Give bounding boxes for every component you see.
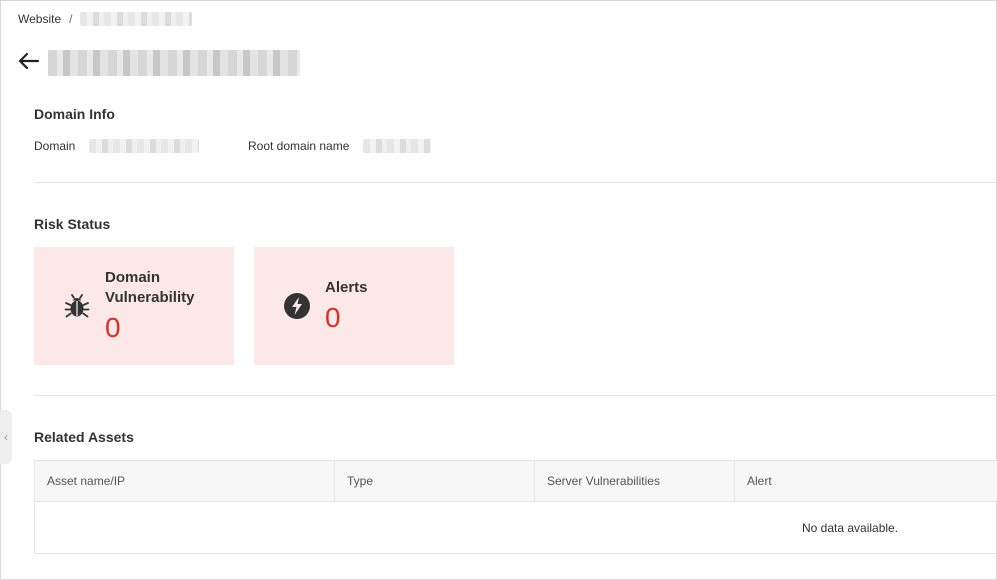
column-header-server-vulnerabilities: Server Vulnerabilities: [535, 461, 735, 501]
page-title-redacted: [48, 50, 300, 76]
section-divider: [34, 395, 997, 396]
domain-info-title: Domain Info: [34, 106, 115, 122]
section-divider: [34, 182, 997, 183]
breadcrumb-current-redacted: [80, 12, 193, 26]
root-domain-label: Root domain name: [248, 139, 350, 153]
column-header-asset: Asset name/IP: [35, 461, 335, 501]
alerts-label: Alerts: [325, 279, 368, 296]
breadcrumb-separator: /: [69, 12, 73, 26]
sidebar-collapse-toggle[interactable]: ‹: [0, 410, 12, 464]
empty-state-text: No data available.: [802, 521, 899, 535]
related-assets-title: Related Assets: [34, 429, 134, 445]
domain-vulnerability-count[interactable]: 0: [105, 314, 121, 342]
root-domain-value-redacted: [363, 139, 432, 153]
column-header-type: Type: [335, 461, 535, 501]
domain-vulnerability-card[interactable]: Domain Vulnerability 0: [34, 247, 234, 365]
breadcrumb-root-link[interactable]: Website: [18, 12, 61, 26]
risk-status-title: Risk Status: [34, 216, 111, 232]
domain-field: Domain: [34, 139, 200, 153]
root-domain-field: Root domain name: [248, 139, 432, 153]
table-header: Asset name/IP Type Server Vulnerabilitie…: [35, 461, 997, 502]
lightning-icon: [284, 293, 310, 319]
bug-icon: [64, 294, 90, 318]
domain-vulnerability-label: Domain Vulnerability: [105, 269, 195, 306]
related-assets-table: Asset name/IP Type Server Vulnerabilitie…: [34, 460, 997, 554]
chevron-left-icon: ‹: [4, 430, 8, 444]
breadcrumb: Website /: [18, 12, 193, 26]
alerts-count[interactable]: 0: [325, 304, 341, 332]
alerts-card[interactable]: Alerts 0: [254, 247, 454, 365]
column-header-alert: Alert: [747, 474, 772, 488]
domain-value-redacted: [89, 139, 200, 153]
domain-label: Domain: [34, 139, 76, 153]
table-body: No data available.: [35, 502, 997, 554]
back-arrow-icon[interactable]: [16, 48, 42, 74]
